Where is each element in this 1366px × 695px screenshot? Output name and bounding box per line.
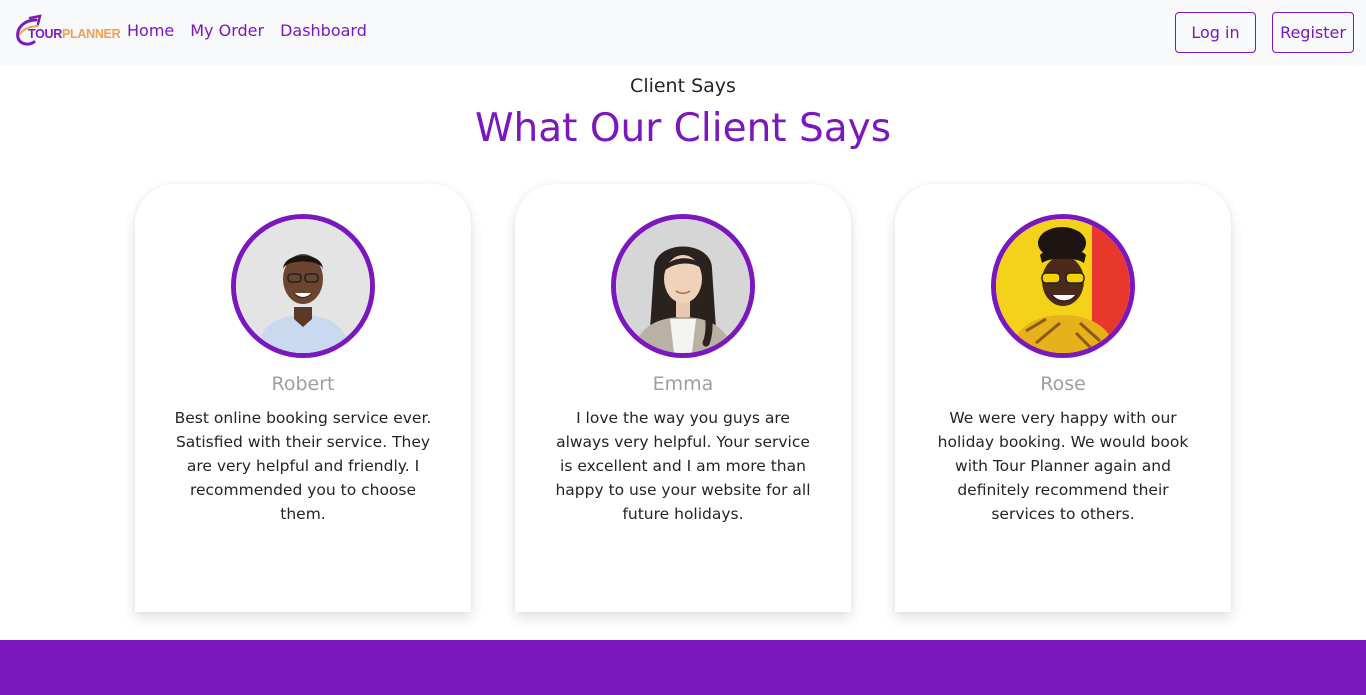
client-testimonial-emma: I love the way you guys are always very … <box>555 409 811 523</box>
client-name-emma: Emma <box>652 373 714 395</box>
register-button[interactable]: Register <box>1272 12 1354 53</box>
brand-name: TOURPLANNER <box>28 27 121 41</box>
avatar-rose <box>991 214 1135 358</box>
nav-links: Home My Order Dashboard <box>127 21 367 40</box>
brand-name-part2: PLANNER <box>62 27 121 41</box>
avatar-robert-image <box>236 219 370 353</box>
testimonial-card-robert: Robert Best online booking service ever.… <box>135 184 471 612</box>
client-testimonial-rose: We were very happy with our holiday book… <box>937 409 1189 523</box>
footer-band <box>0 640 1366 695</box>
testimonial-card-rose: Rose We were very happy with our holiday… <box>895 184 1231 612</box>
nav-link-dashboard[interactable]: Dashboard <box>280 21 367 40</box>
brand-logo[interactable]: TOURPLANNER <box>14 14 121 50</box>
nav-link-home[interactable]: Home <box>127 21 174 40</box>
nav-link-my-order[interactable]: My Order <box>190 21 264 40</box>
client-name-rose: Rose <box>1040 373 1086 395</box>
navbar: TOURPLANNER Home My Order Dashboard Log … <box>0 0 1366 66</box>
avatar-emma <box>611 214 755 358</box>
login-button[interactable]: Log in <box>1175 12 1256 53</box>
section-subtitle: Client Says <box>630 75 736 97</box>
avatar-emma-image <box>616 219 750 353</box>
brand-name-part1: TOUR <box>28 27 62 41</box>
client-name-robert: Robert <box>271 373 335 395</box>
client-testimonial-robert: Best online booking service ever. Satisf… <box>174 409 432 523</box>
section-title: What Our Client Says <box>474 106 892 151</box>
testimonial-card-emma: Emma I love the way you guys are always … <box>515 184 851 612</box>
avatar-rose-image <box>996 219 1130 353</box>
avatar-robert <box>231 214 375 358</box>
